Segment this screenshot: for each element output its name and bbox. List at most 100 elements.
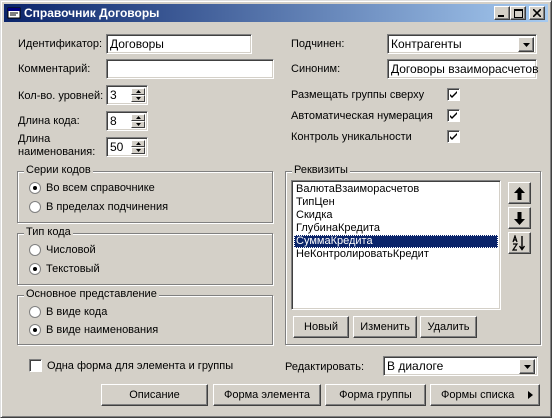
uniqueness-label: Контроль уникальности <box>291 131 412 143</box>
new-attribute-button[interactable]: Новый <box>293 316 349 338</box>
code-series-option-1: В пределах подчинения <box>46 201 169 213</box>
edit-mode-select[interactable]: В диалоге <box>383 356 538 376</box>
subordinate-value: Контрагенты <box>391 37 462 51</box>
code-length-value: 8 <box>110 114 117 128</box>
close-button[interactable] <box>529 6 545 20</box>
synonym-label: Синоним: <box>291 63 341 75</box>
element-form-label: Форма элемента <box>223 389 311 401</box>
main-view-radio-1[interactable] <box>29 324 41 336</box>
edit-mode-value: В диалоге <box>387 359 444 373</box>
app-icon <box>7 7 21 19</box>
name-length-label-1: Длина <box>18 133 51 145</box>
code-type-option-0: Числовой <box>46 244 96 256</box>
synonym-value: Договоры взаиморасчетов <box>391 62 539 76</box>
identifier-input[interactable]: Договоры <box>106 34 252 54</box>
code-length-spin <box>131 114 145 128</box>
sort-az-icon <box>511 235 525 251</box>
levels-label: Кол-во. уровней: <box>18 90 104 102</box>
main-view-title: Основное представление <box>24 288 159 300</box>
comment-input[interactable] <box>106 59 274 79</box>
move-down-button[interactable] <box>508 207 531 229</box>
triangle-up-icon <box>135 90 141 93</box>
code-length-label: Длина кода: <box>18 115 80 127</box>
subordinate-select[interactable]: Контрагенты <box>387 34 537 54</box>
edit-mode-dropdown-button[interactable] <box>519 359 535 374</box>
sort-button[interactable] <box>508 232 531 254</box>
code-series-radio-0[interactable] <box>29 182 41 194</box>
auto-number-checkbox[interactable] <box>447 109 460 122</box>
levels-spin <box>131 88 145 102</box>
levels-down-button[interactable] <box>131 95 145 102</box>
one-form-label: Одна форма для элемента и группы <box>47 360 234 372</box>
code-type-radio-0[interactable] <box>29 244 41 256</box>
main-view-group: Основное представление <box>17 288 273 345</box>
identifier-value: Договоры <box>110 37 164 51</box>
one-form-checkbox[interactable] <box>29 359 42 372</box>
chevron-down-icon <box>522 42 530 47</box>
list-item[interactable]: Скидка <box>294 209 498 222</box>
triangle-right-icon <box>528 391 533 399</box>
delete-attribute-label: Удалить <box>427 321 470 333</box>
title-bar[interactable]: Справочник Договоры <box>4 4 548 22</box>
groups-top-label: Размещать группы сверху <box>291 89 425 101</box>
name-length-down-button[interactable] <box>131 147 145 154</box>
main-view-radio-0[interactable] <box>29 306 41 318</box>
edit-attribute-button[interactable]: Изменить <box>353 316 417 338</box>
code-series-option-0: Во всем справочнике <box>46 182 155 194</box>
code-length-stepper[interactable]: 8 <box>106 111 148 131</box>
checkmark-icon <box>450 133 457 140</box>
triangle-up-icon <box>135 142 141 145</box>
name-length-stepper[interactable]: 50 <box>106 137 148 157</box>
code-series-radio-1[interactable] <box>29 201 41 213</box>
levels-stepper[interactable]: 3 <box>106 85 148 105</box>
triangle-down-icon <box>135 97 141 100</box>
group-form-button[interactable]: Форма группы <box>325 384 426 406</box>
triangle-up-icon <box>135 116 141 119</box>
code-length-up-button[interactable] <box>131 114 145 121</box>
identifier-label: Идентификатор: <box>18 38 103 50</box>
description-label: Описание <box>129 389 180 401</box>
comment-label: Комментарий: <box>18 63 91 75</box>
maximize-button[interactable] <box>510 6 526 20</box>
uniqueness-checkbox[interactable] <box>447 130 460 143</box>
arrow-down-icon <box>514 211 525 225</box>
attributes-title: Реквизиты <box>292 164 350 176</box>
code-type-radio-1[interactable] <box>29 263 41 275</box>
catalog-window: Справочник Договоры Идентификатор: Догов… <box>0 0 552 418</box>
code-type-group: Тип кода <box>17 226 273 285</box>
list-item[interactable]: НеКонтролироватьКредит <box>294 248 498 261</box>
delete-attribute-button[interactable]: Удалить <box>420 316 477 338</box>
checkmark-icon <box>450 112 457 119</box>
arrow-up-icon <box>514 186 525 200</box>
edit-attribute-label: Изменить <box>360 321 410 333</box>
groups-top-checkbox[interactable] <box>447 88 460 101</box>
description-button[interactable]: Описание <box>101 384 208 406</box>
auto-number-label: Автоматическая нумерация <box>291 110 433 122</box>
triangle-down-icon <box>135 123 141 126</box>
chevron-down-icon <box>523 364 531 369</box>
levels-up-button[interactable] <box>131 88 145 95</box>
subordinate-dropdown-button[interactable] <box>518 37 534 52</box>
code-type-option-1: Текстовый <box>46 263 100 275</box>
triangle-down-icon <box>135 149 141 152</box>
close-icon <box>533 9 541 17</box>
minimize-button[interactable] <box>494 6 510 20</box>
list-item[interactable]: ТипЦен <box>294 196 498 209</box>
element-form-button[interactable]: Форма элемента <box>213 384 321 406</box>
attributes-list[interactable]: ВалютаВзаиморасчетов ТипЦен Скидка Глуби… <box>291 180 501 310</box>
list-item[interactable]: ГлубинаКредита <box>294 222 498 235</box>
minimize-icon <box>498 15 504 17</box>
checkmark-icon <box>450 91 457 98</box>
list-item-selected[interactable]: СуммаКредита <box>294 235 498 248</box>
list-item[interactable]: ВалютаВзаиморасчетов <box>294 183 498 196</box>
list-forms-button[interactable]: Формы списка <box>430 384 540 406</box>
group-form-label: Форма группы <box>339 389 412 401</box>
code-length-down-button[interactable] <box>131 121 145 128</box>
name-length-up-button[interactable] <box>131 140 145 147</box>
move-up-button[interactable] <box>508 182 531 204</box>
synonym-input[interactable]: Договоры взаиморасчетов <box>387 59 539 79</box>
list-forms-label: Формы списка <box>441 389 515 401</box>
main-view-option-1: В виде наименования <box>46 324 159 336</box>
code-type-title: Тип кода <box>24 226 73 238</box>
maximize-icon <box>513 8 523 18</box>
